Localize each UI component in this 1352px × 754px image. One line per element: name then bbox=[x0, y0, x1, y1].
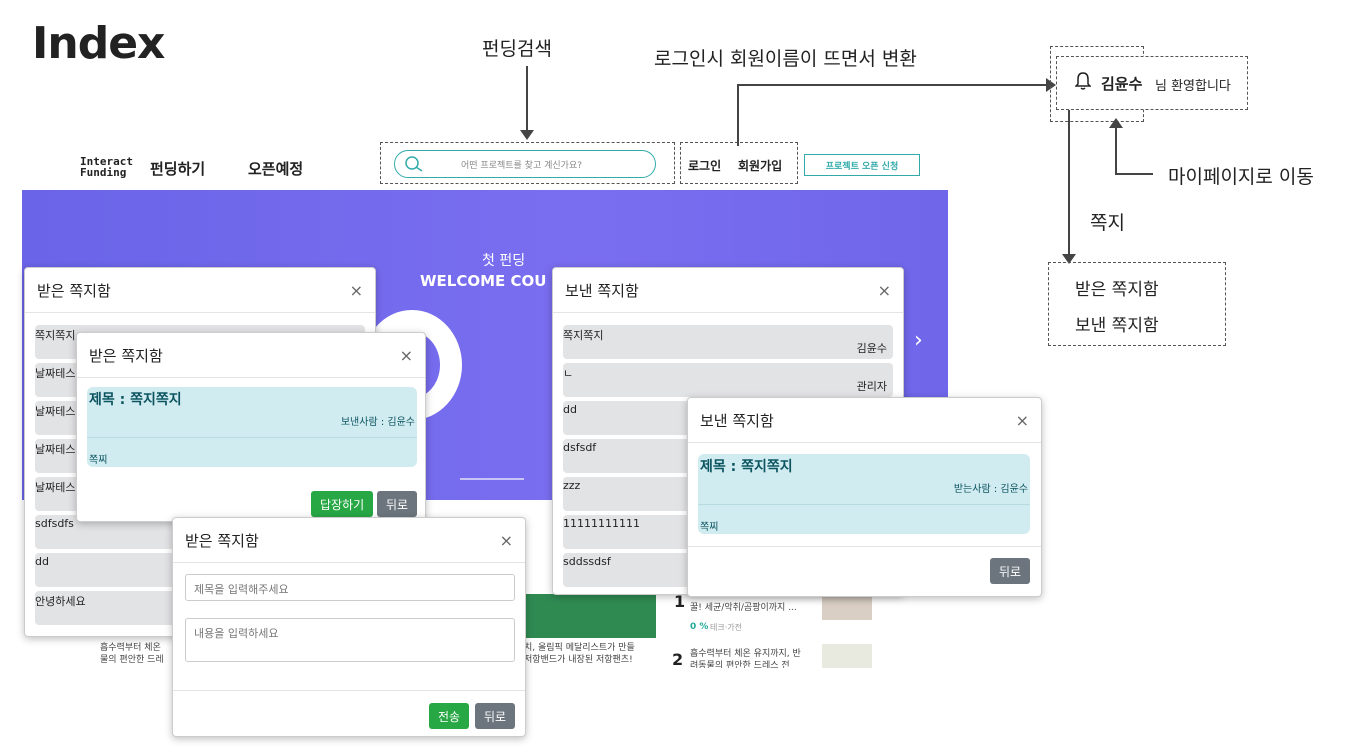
bell-icon[interactable] bbox=[1074, 71, 1092, 96]
modal-title: 보낸 쪽지함 bbox=[700, 411, 774, 430]
reply-form-modal: 받은 쪽지함 × 제목을 입력해주세요 내용을 입력하세요 전송 뒤로 bbox=[172, 517, 526, 737]
carousel-indicator[interactable] bbox=[460, 478, 524, 480]
close-icon[interactable]: × bbox=[878, 281, 891, 300]
welcome-suffix: 님 환영합니다 bbox=[1155, 79, 1231, 94]
signup-link[interactable]: 회원가입 bbox=[738, 157, 782, 174]
carousel-next-icon[interactable]: › bbox=[914, 328, 923, 353]
product-thumbnail[interactable] bbox=[822, 644, 872, 668]
welcome-name[interactable]: 김윤수 bbox=[1101, 73, 1142, 94]
open-request-button[interactable]: 프로젝트 오픈 신청 bbox=[804, 154, 920, 176]
list-item[interactable]: ㄴ 관리자 bbox=[563, 363, 893, 397]
message-sender: 보낸사람 : 김윤수 bbox=[340, 417, 415, 428]
divider bbox=[87, 437, 417, 438]
bg-text: 꿀! 세균/악취/곰팡이까지 ... bbox=[690, 603, 797, 613]
message-card: 제목 : 쪽지쪽지 받는사람 : 김윤수 쪽찌 bbox=[698, 454, 1030, 534]
bg-text: 려동물의 편안한 드레스 전 bbox=[690, 661, 790, 668]
funding-percent: 0 % bbox=[690, 622, 709, 632]
close-icon[interactable]: × bbox=[400, 346, 413, 365]
search-annotation: 펀딩검색 bbox=[482, 38, 552, 60]
message-receiver: 받는사람 : 김윤수 bbox=[953, 484, 1028, 495]
welcome-box[interactable]: 김윤수 님 환영합니다 bbox=[1056, 56, 1248, 110]
bg-text: 물의 편안한 드레 bbox=[100, 655, 164, 665]
mypage-annotation: 마이페이지로 이동 bbox=[1168, 166, 1314, 188]
search-icon bbox=[405, 156, 423, 172]
divider bbox=[698, 504, 1030, 505]
search-input[interactable]: 어떤 프로젝트를 찾고 계신가요? bbox=[394, 150, 656, 178]
message-subject: 제목 : 쪽지쪽지 bbox=[700, 459, 793, 475]
product-image[interactable] bbox=[526, 594, 656, 638]
category-label: 테크·가전 bbox=[710, 623, 742, 632]
back-button[interactable]: 뒤로 bbox=[475, 703, 516, 729]
login-annotation: 로그인시 회원이름이 뜨면서 변환 bbox=[654, 48, 917, 70]
arrow-line bbox=[1068, 110, 1070, 256]
logo[interactable]: Interact Funding bbox=[80, 156, 133, 178]
arrow-down-icon bbox=[520, 130, 534, 140]
message-annotation: 쪽지 bbox=[1090, 212, 1125, 234]
arrow-line bbox=[1115, 126, 1117, 174]
message-subject: 제목 : 쪽지쪽지 bbox=[89, 392, 182, 408]
nav-upcoming[interactable]: 오픈예정 bbox=[248, 158, 303, 179]
close-icon[interactable]: × bbox=[350, 281, 363, 300]
divider bbox=[688, 546, 1041, 547]
menu-sent[interactable]: 보낸 쪽지함 bbox=[1075, 311, 1159, 336]
divider bbox=[173, 690, 525, 691]
modal-title: 보낸 쪽지함 bbox=[565, 281, 639, 300]
bg-text: 저항밴드가 내장된 저항팬츠! bbox=[524, 655, 633, 665]
body-textarea[interactable]: 내용을 입력하세요 bbox=[185, 618, 515, 662]
sent-detail-modal: 보낸 쪽지함 × 제목 : 쪽지쪽지 받는사람 : 김윤수 쪽찌 뒤로 bbox=[687, 397, 1042, 597]
close-icon[interactable]: × bbox=[500, 531, 513, 550]
modal-header: 받은 쪽지함 × bbox=[173, 518, 525, 563]
modal-title: 받은 쪽지함 bbox=[37, 281, 111, 300]
arrow-line bbox=[737, 84, 739, 146]
modal-header: 받은 쪽지함 × bbox=[25, 268, 375, 313]
nav-funding[interactable]: 펀딩하기 bbox=[150, 158, 205, 179]
reply-button[interactable]: 답장하기 bbox=[311, 491, 374, 517]
message-menu: 받은 쪽지함 보낸 쪽지함 bbox=[1048, 262, 1226, 346]
search-placeholder: 어떤 프로젝트를 찾고 계신가요? bbox=[461, 161, 583, 171]
rank-number: 2 bbox=[672, 650, 684, 669]
logo-line2: Funding bbox=[80, 166, 127, 179]
message-body: 쪽찌 bbox=[700, 522, 719, 533]
hero-line2: WELCOME COU bbox=[420, 272, 547, 290]
message-card: 제목 : 쪽지쪽지 보낸사람 : 김윤수 쪽찌 bbox=[87, 387, 417, 467]
modal-title: 받은 쪽지함 bbox=[185, 531, 259, 550]
modal-header: 보낸 쪽지함 × bbox=[688, 398, 1041, 443]
page-title: Index bbox=[32, 18, 165, 69]
close-icon[interactable]: × bbox=[1016, 411, 1029, 430]
arrow-line bbox=[1115, 173, 1153, 175]
back-button[interactable]: 뒤로 bbox=[377, 491, 418, 517]
subject-input[interactable]: 제목을 입력해주세요 bbox=[185, 574, 515, 601]
modal-header: 보낸 쪽지함 × bbox=[553, 268, 903, 313]
modal-title: 받은 쪽지함 bbox=[89, 346, 163, 365]
message-body: 쪽찌 bbox=[89, 455, 108, 466]
inbox-detail-modal: 받은 쪽지함 × 제목 : 쪽지쪽지 보낸사람 : 김윤수 쪽찌 답장하기 뒤로 bbox=[76, 332, 426, 522]
send-button[interactable]: 전송 bbox=[429, 703, 470, 729]
login-link[interactable]: 로그인 bbox=[688, 157, 721, 174]
arrow-line bbox=[526, 66, 528, 132]
hero-line1: 첫 펀딩 bbox=[482, 253, 526, 269]
modal-header: 받은 쪽지함 × bbox=[77, 333, 425, 378]
back-button[interactable]: 뒤로 bbox=[990, 558, 1031, 584]
menu-inbox[interactable]: 받은 쪽지함 bbox=[1075, 275, 1159, 300]
list-item[interactable]: 쪽지쪽지 김윤수 bbox=[563, 325, 893, 359]
arrow-line bbox=[737, 84, 1049, 86]
